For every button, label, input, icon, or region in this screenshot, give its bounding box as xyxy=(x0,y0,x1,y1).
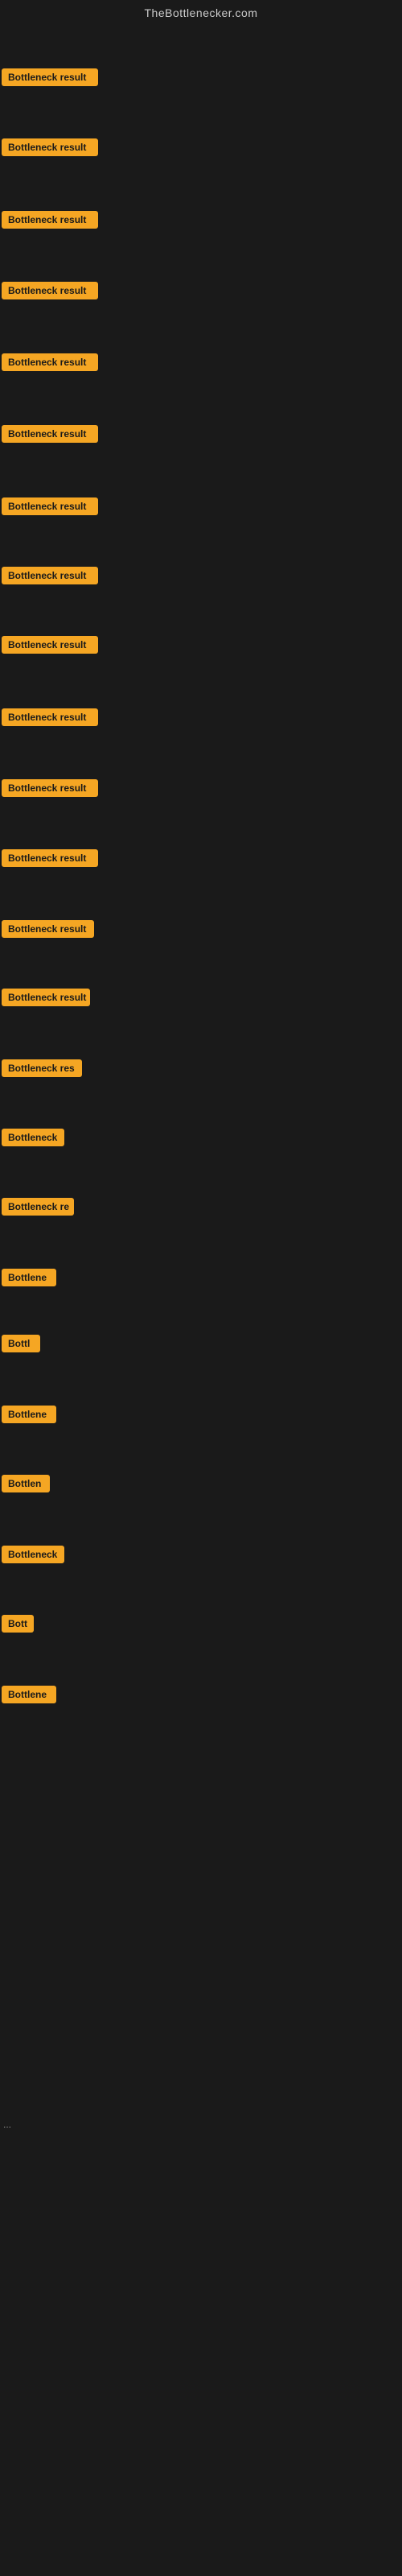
bottleneck-result-row: Bottleneck xyxy=(2,1129,64,1150)
bottleneck-badge[interactable]: Bottleneck result xyxy=(2,353,98,371)
bottleneck-badge[interactable]: Bottleneck result xyxy=(2,425,98,443)
bottleneck-badge[interactable]: Bottleneck result xyxy=(2,68,98,86)
bottleneck-badge[interactable]: Bottleneck re xyxy=(2,1198,74,1216)
bottleneck-result-row: Bottleneck result xyxy=(2,779,98,801)
site-header: TheBottlenecker.com xyxy=(0,0,402,23)
bottleneck-badge[interactable]: Bottlene xyxy=(2,1406,56,1423)
bottleneck-badge[interactable]: Bottleneck result xyxy=(2,282,98,299)
bottleneck-result-row: Bottleneck result xyxy=(2,636,98,658)
bottleneck-badge[interactable]: Bottlene xyxy=(2,1269,56,1286)
bottleneck-badge[interactable]: Bottl xyxy=(2,1335,40,1352)
bottleneck-result-row: Bottleneck result xyxy=(2,282,98,303)
bottleneck-result-row: Bottlene xyxy=(2,1269,56,1290)
bottleneck-result-row: Bottlen xyxy=(2,1475,50,1496)
bottleneck-result-row: Bottleneck result xyxy=(2,211,98,233)
bottleneck-result-row: Bottleneck result xyxy=(2,68,98,90)
bottleneck-result-row: Bott xyxy=(2,1615,34,1637)
bottleneck-badge[interactable]: Bottleneck result xyxy=(2,920,94,938)
ellipsis-area: ... xyxy=(0,1794,402,2357)
bottleneck-badge[interactable]: Bottleneck result xyxy=(2,138,98,156)
bottleneck-badge[interactable]: Bottleneck result xyxy=(2,989,90,1006)
bottleneck-badge[interactable]: Bottleneck result xyxy=(2,211,98,229)
bottleneck-badge[interactable]: Bott xyxy=(2,1615,34,1633)
bottleneck-badge[interactable]: Bottleneck result xyxy=(2,779,98,797)
bottleneck-result-row: Bottleneck res xyxy=(2,1059,82,1081)
bottleneck-result-row: Bottleneck result xyxy=(2,425,98,447)
bottleneck-badge[interactable]: Bottleneck result xyxy=(2,567,98,584)
bottleneck-badge[interactable]: Bottleneck result xyxy=(2,636,98,654)
bottleneck-badge[interactable]: Bottlen xyxy=(2,1475,50,1492)
bottleneck-result-row: Bottleneck result xyxy=(2,920,94,942)
bottleneck-result-row: Bottleneck result xyxy=(2,138,98,160)
bottleneck-badge[interactable]: Bottleneck xyxy=(2,1129,64,1146)
bottleneck-result-row: Bottleneck result xyxy=(2,497,98,519)
bottleneck-result-row: Bottleneck result xyxy=(2,353,98,375)
bottleneck-result-row: Bottlene xyxy=(2,1686,56,1707)
bottleneck-badge[interactable]: Bottlene xyxy=(2,1686,56,1703)
bottleneck-badge[interactable]: Bottleneck result xyxy=(2,849,98,867)
bottleneck-badge[interactable]: Bottleneck result xyxy=(2,497,98,515)
bottleneck-result-row: Bottleneck result xyxy=(2,989,90,1010)
bottleneck-result-row: Bottl xyxy=(2,1335,40,1356)
bottleneck-badge[interactable]: Bottleneck xyxy=(2,1546,64,1563)
ellipsis-marker: ... xyxy=(2,2116,13,2133)
bottleneck-result-row: Bottleneck result xyxy=(2,849,98,871)
bottleneck-result-row: Bottleneck result xyxy=(2,708,98,730)
bottleneck-result-row: Bottleneck re xyxy=(2,1198,74,1220)
bottleneck-result-row: Bottleneck xyxy=(2,1546,64,1567)
bottleneck-badge[interactable]: Bottleneck res xyxy=(2,1059,82,1077)
bottleneck-result-row: Bottlene xyxy=(2,1406,56,1427)
bottleneck-badge[interactable]: Bottleneck result xyxy=(2,708,98,726)
bottleneck-result-row: Bottleneck result xyxy=(2,567,98,588)
